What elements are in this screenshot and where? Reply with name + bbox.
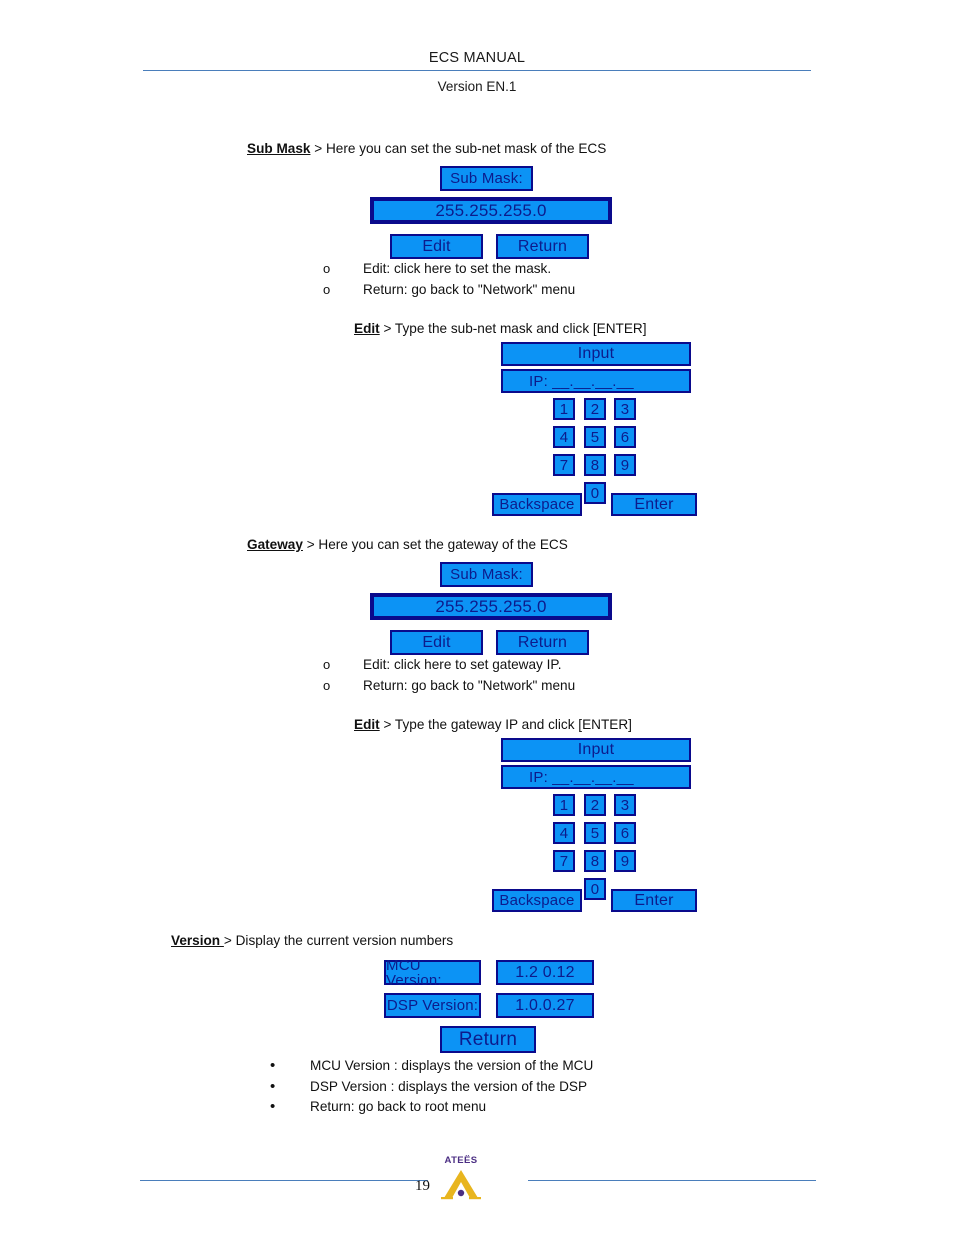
bullet-text: MCU Version : displays the version of th…: [310, 1058, 594, 1073]
sub-mask-edit-button[interactable]: Edit: [390, 234, 483, 259]
keypad-2-key-0[interactable]: 0: [584, 878, 606, 900]
list-item: o Edit: click here to set gateway IP.: [323, 657, 575, 678]
bullet-text: Edit: click here to set the mask.: [363, 261, 552, 276]
keypad-1-key-4[interactable]: 4: [553, 426, 575, 448]
version-heading: Version > Display the current version nu…: [171, 933, 453, 950]
keypad-2-backspace-button[interactable]: Backspace: [492, 889, 582, 912]
keypad-1-ip-input[interactable]: IP: __.__.__.__: [501, 369, 691, 393]
sub-mask-heading-desc: > Here you can set the sub-net mask of t…: [310, 141, 607, 156]
keypad-1-key-0[interactable]: 0: [584, 482, 606, 504]
bullet-text: Return: go back to "Network" menu: [363, 677, 576, 693]
header-divider: [143, 70, 811, 71]
mcu-version-label-widget: MCU Version:: [384, 958, 481, 988]
bullet-marker: o: [323, 261, 331, 276]
keypad-2-key-2[interactable]: 2: [584, 794, 606, 816]
sub-mask-value-widget[interactable]: 255.255.255.0: [370, 197, 612, 224]
bullet-text: Return: go back to "Network" menu: [363, 281, 576, 297]
keypad-2-key-3[interactable]: 3: [614, 794, 636, 816]
keypad-1-key-1[interactable]: 1: [553, 398, 575, 420]
keypad-2-key-5[interactable]: 5: [584, 822, 606, 844]
footer-divider-right: [528, 1180, 816, 1181]
bullet-marker: o: [323, 677, 331, 693]
bullet-marker: o: [323, 657, 331, 672]
gateway-edit-instruction: Edit > Type the gateway IP and click [EN…: [354, 717, 632, 734]
sub-mask-edit-instruction: Edit > Type the sub-net mask and click […: [354, 321, 647, 338]
bullet-text: Edit: click here to set gateway IP.: [363, 657, 562, 672]
list-item: o Return: go back to "Network" menu: [323, 282, 575, 303]
gateway-heading-desc: > Here you can set the gateway of the EC…: [302, 537, 568, 552]
keypad-2-key-7[interactable]: 7: [553, 850, 575, 872]
gateway-edit-desc: > Type the gateway IP and click [ENTER]: [379, 717, 632, 732]
gateway-heading: Gateway > Here you can set the gateway o…: [247, 537, 568, 554]
keypad-1-key-2[interactable]: 2: [584, 398, 606, 420]
gateway-value-widget[interactable]: 255.255.255.0: [370, 593, 612, 620]
dsp-version-value-widget: 1.0.0.27: [496, 993, 594, 1018]
bullet-marker: •: [270, 1077, 276, 1095]
gateway-label-widget: Sub Mask:: [440, 562, 533, 587]
ateis-logo: ATEËS: [434, 1155, 488, 1203]
bullet-marker: o: [323, 281, 331, 297]
keypad-1-backspace-button[interactable]: Backspace: [492, 493, 582, 516]
keypad-1-key-5[interactable]: 5: [584, 426, 606, 448]
sub-mask-edit-desc: > Type the sub-net mask and click [ENTER…: [379, 321, 647, 336]
bullet-marker: •: [270, 1057, 276, 1074]
keypad-1-key-8[interactable]: 8: [584, 454, 606, 476]
keypad-2-ip-input[interactable]: IP: __.__.__.__: [501, 765, 691, 789]
list-item: • MCU Version : displays the version of …: [270, 1057, 593, 1078]
gateway-bullet-list: o Edit: click here to set gateway IP. o …: [323, 657, 575, 698]
sub-mask-heading: Sub Mask > Here you can set the sub-net …: [247, 141, 606, 158]
footer-divider-left: [140, 1180, 428, 1181]
keypad-2-key-9[interactable]: 9: [614, 850, 636, 872]
sub-mask-edit-term: Edit: [354, 321, 380, 336]
page-header: ECS MANUAL Version EN.1: [0, 50, 954, 94]
gateway-edit-term: Edit: [354, 717, 380, 732]
version-heading-desc: > Display the current version numbers: [223, 933, 454, 948]
version-heading-term: Version: [171, 933, 224, 948]
keypad-2-key-8[interactable]: 8: [584, 850, 606, 872]
ateis-logo-wordmark: ATEËS: [444, 1155, 478, 1166]
keypad-1-key-9[interactable]: 9: [614, 454, 636, 476]
sub-mask-label-widget: Sub Mask:: [440, 166, 533, 191]
list-item: • DSP Version : displays the version of …: [270, 1078, 593, 1099]
version-bullet-list: • MCU Version : displays the version of …: [270, 1057, 593, 1119]
keypad-2-key-6[interactable]: 6: [614, 822, 636, 844]
keypad-2-enter-button[interactable]: Enter: [611, 889, 697, 912]
keypad-2-title: Input: [501, 738, 691, 762]
gateway-edit-button[interactable]: Edit: [390, 630, 483, 655]
mcu-version-value-widget: 1.2 0.12: [496, 960, 594, 985]
keypad-1-key-7[interactable]: 7: [553, 454, 575, 476]
gateway-heading-term: Gateway: [247, 537, 303, 552]
keypad-1-enter-button[interactable]: Enter: [611, 493, 697, 516]
sub-mask-bullet-list: o Edit: click here to set the mask. o Re…: [323, 261, 575, 302]
keypad-1-title: Input: [501, 342, 691, 366]
sub-mask-return-button[interactable]: Return: [496, 234, 589, 259]
version-return-button[interactable]: Return: [440, 1026, 536, 1053]
keypad-1-key-3[interactable]: 3: [614, 398, 636, 420]
document-title: ECS MANUAL: [428, 50, 526, 66]
gateway-return-button[interactable]: Return: [496, 630, 589, 655]
bullet-text: DSP Version : displays the version of th…: [310, 1078, 588, 1094]
keypad-1-key-6[interactable]: 6: [614, 426, 636, 448]
list-item: o Return: go back to "Network" menu: [323, 678, 575, 699]
list-item: • Return: go back to root menu: [270, 1098, 593, 1119]
keypad-2-key-4[interactable]: 4: [553, 822, 575, 844]
list-item: o Edit: click here to set the mask.: [323, 261, 575, 282]
dsp-version-label-widget: DSP Version:: [384, 993, 481, 1018]
document-version: Version EN.1: [437, 79, 517, 94]
sub-mask-heading-term: Sub Mask: [247, 141, 311, 156]
keypad-2-key-1[interactable]: 1: [553, 794, 575, 816]
bullet-text: Return: go back to root menu: [310, 1099, 487, 1114]
ateis-logo-triangle-icon: [441, 1170, 481, 1200]
page-number: 19: [415, 1178, 430, 1194]
bullet-marker: •: [270, 1098, 276, 1115]
